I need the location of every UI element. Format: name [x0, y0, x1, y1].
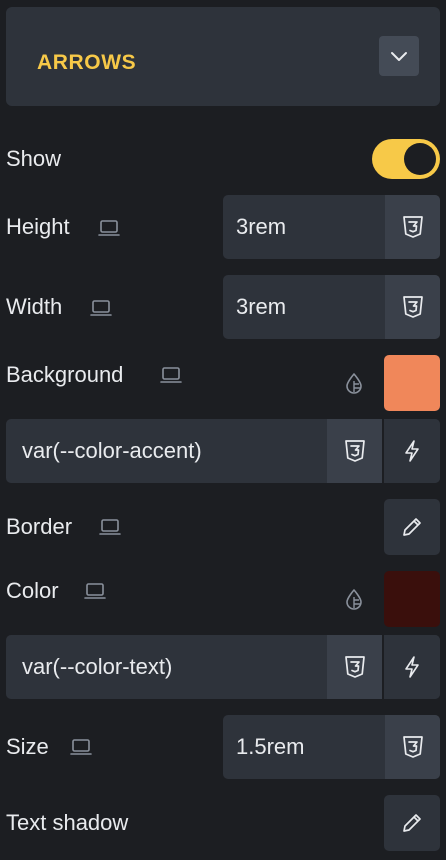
pencil-icon — [403, 814, 421, 832]
width-value[interactable]: 3rem — [223, 275, 385, 339]
toggle-knob — [404, 143, 436, 175]
text-shadow-label: Text shadow — [6, 810, 129, 835]
background-label: Background — [6, 362, 124, 387]
border-edit-button[interactable] — [384, 499, 440, 555]
height-value[interactable]: 3rem — [223, 195, 385, 259]
show-toggle[interactable] — [372, 139, 440, 179]
css3-icon — [402, 296, 423, 318]
size-css-button[interactable] — [385, 715, 440, 779]
size-label: Size — [6, 734, 49, 759]
css3-icon — [344, 440, 365, 462]
height-input[interactable]: 3rem — [223, 195, 440, 259]
drop-icon[interactable] — [343, 372, 365, 394]
section-header[interactable]: ARROWS — [6, 7, 440, 106]
size-input[interactable]: 1.5rem — [223, 715, 440, 779]
width-css-button[interactable] — [385, 275, 440, 339]
section-title: ARROWS — [37, 51, 137, 74]
pencil-icon — [403, 518, 421, 536]
text-shadow-edit-button[interactable] — [384, 795, 440, 851]
drop-icon[interactable] — [343, 588, 365, 610]
bolt-icon — [405, 656, 419, 678]
bolt-icon — [405, 440, 419, 462]
color-input[interactable]: var(--color-text) — [6, 635, 440, 699]
background-css-button[interactable] — [327, 419, 382, 483]
show-label: Show — [6, 146, 62, 171]
color-value[interactable]: var(--color-text) — [6, 635, 327, 699]
color-dynamic-data-button[interactable] — [382, 635, 440, 699]
text-color-swatch[interactable] — [384, 571, 440, 627]
border-label: Border — [6, 514, 73, 539]
color-css-button[interactable] — [327, 635, 382, 699]
css3-icon — [402, 736, 423, 758]
background-value[interactable]: var(--color-accent) — [6, 419, 327, 483]
laptop-icon[interactable] — [90, 299, 112, 317]
laptop-icon[interactable] — [99, 518, 121, 536]
size-value[interactable]: 1.5rem — [223, 715, 385, 779]
laptop-icon[interactable] — [98, 219, 120, 237]
width-label: Width — [6, 294, 63, 319]
laptop-icon[interactable] — [160, 366, 182, 384]
laptop-icon[interactable] — [84, 582, 106, 600]
laptop-icon[interactable] — [70, 738, 92, 756]
height-css-button[interactable] — [385, 195, 440, 259]
width-input[interactable]: 3rem — [223, 275, 440, 339]
background-dynamic-data-button[interactable] — [382, 419, 440, 483]
collapse-button[interactable] — [379, 36, 419, 76]
css3-icon — [344, 656, 365, 678]
chevron-down-icon — [391, 52, 407, 61]
color-label: Color — [6, 578, 59, 603]
height-label: Height — [6, 214, 70, 239]
background-input[interactable]: var(--color-accent) — [6, 419, 440, 483]
css3-icon — [402, 216, 423, 238]
background-color-swatch[interactable] — [384, 355, 440, 411]
